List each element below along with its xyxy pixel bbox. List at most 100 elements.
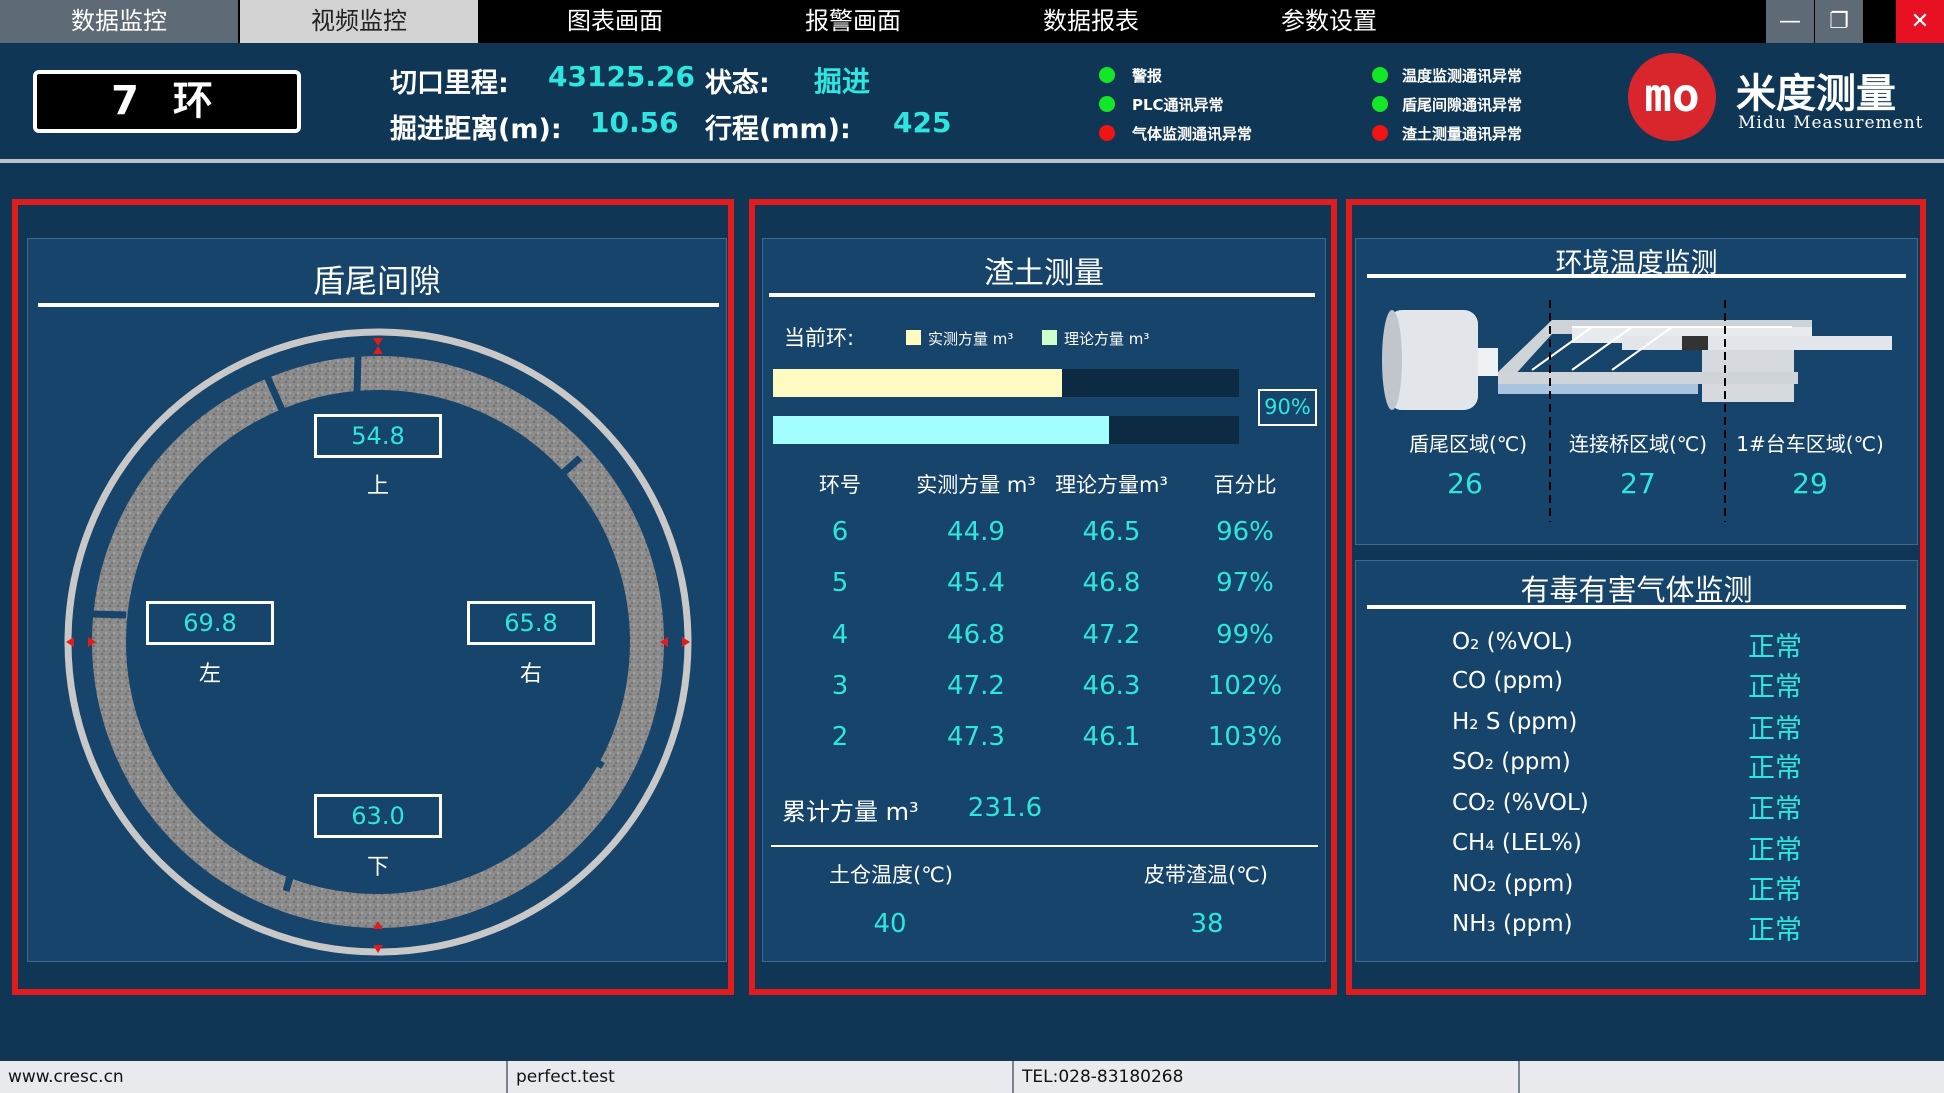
minimize-button[interactable]: — — [1766, 0, 1814, 43]
stroke-value: 425 — [893, 106, 952, 139]
theoretical-bar-track — [773, 416, 1239, 444]
plc-indicator-icon — [1099, 96, 1115, 112]
gas-status-o2: 正常 — [1748, 632, 1802, 663]
gas-title: 有毒有害气体监测 — [1520, 573, 1753, 607]
state-value: 掘进 — [814, 65, 871, 98]
row-ring-no: 5 — [831, 568, 849, 598]
muck-divider — [771, 845, 1318, 847]
col-theoretical: 理论方量m³ — [1055, 473, 1168, 497]
row-theoretical: 46.5 — [1082, 517, 1141, 547]
gas-status-nh3: 正常 — [1748, 915, 1802, 946]
env-temp-title-rule — [1367, 274, 1906, 278]
legend-theoretical-label: 理论方量 m³ — [1064, 330, 1150, 348]
tab-video-monitor[interactable]: 视频监控 — [240, 0, 478, 43]
logo-english-name: Midu Measurement — [1738, 113, 1924, 133]
gas-comm-indicator-label: 气体监测通讯异常 — [1132, 125, 1253, 143]
gas-name-ch4: CH₄ (LEL%) — [1452, 830, 1582, 856]
legend-theoretical-icon — [1042, 330, 1057, 345]
current-ring-label: 当前环: — [784, 326, 855, 350]
zone-tail-value: 26 — [1447, 467, 1483, 500]
tab-data-monitor[interactable]: 数据监控 — [0, 0, 238, 43]
row-percent: 103% — [1207, 722, 1283, 752]
row-measured: 47.2 — [947, 671, 1005, 701]
close-button[interactable]: ✕ — [1896, 0, 1944, 43]
col-percent: 百分比 — [1213, 473, 1277, 497]
gas-panel — [1355, 560, 1918, 962]
gas-name-co2: CO₂ (%VOL) — [1452, 790, 1589, 816]
gap-bottom-label: 下 — [366, 855, 389, 880]
ring-number-display: 7 环 — [33, 70, 301, 133]
muck-comm-indicator-label: 渣土测量通讯异常 — [1402, 125, 1523, 143]
percent-badge: 90% — [1258, 389, 1317, 426]
muck-title: 渣土测量 — [984, 256, 1104, 291]
statusbar-tel: TEL:028-83180268 — [1014, 1061, 1520, 1093]
row-percent: 99% — [1216, 620, 1274, 650]
gap-right-label: 右 — [519, 662, 542, 687]
stroke-label: 行程(mm): — [705, 114, 851, 145]
zone-trolley-value: 29 — [1792, 467, 1828, 500]
gap-comm-indicator-label: 盾尾间隙通讯异常 — [1402, 96, 1523, 114]
row-measured: 46.8 — [947, 620, 1005, 650]
row-theoretical: 46.1 — [1082, 722, 1141, 752]
legend-measured-label: 实测方量 m³ — [928, 330, 1014, 348]
statusbar-test: perfect.test — [508, 1061, 1014, 1093]
col-ring-no: 环号 — [819, 473, 861, 497]
gas-title-rule — [1367, 605, 1906, 609]
total-volume-value: 231.6 — [967, 793, 1043, 823]
temp-comm-indicator-icon — [1372, 67, 1388, 83]
gap-bottom-value: 63.0 — [314, 794, 442, 838]
row-ring-no: 6 — [831, 517, 849, 547]
row-measured: 44.9 — [947, 517, 1005, 547]
mileage-label: 切口里程: — [390, 68, 509, 99]
gas-status-ch4: 正常 — [1748, 835, 1802, 866]
gap-right-value: 65.8 — [467, 601, 595, 645]
zone-trolley-label: 1#台车区域(℃) — [1736, 432, 1884, 456]
row-percent: 96% — [1216, 517, 1274, 547]
gas-name-so2: SO₂ (ppm) — [1452, 749, 1571, 775]
mileage-value: 43125.26 — [548, 60, 696, 93]
tab-parameter-settings[interactable]: 参数设置 — [1234, 0, 1424, 43]
statusbar-website: www.cresc.cn — [0, 1061, 508, 1093]
gap-top-value: 54.8 — [314, 414, 442, 458]
row-percent: 97% — [1216, 568, 1274, 598]
row-theoretical: 46.8 — [1082, 568, 1141, 598]
midu-logo-icon: mo — [1628, 53, 1716, 141]
gas-status-co: 正常 — [1748, 672, 1802, 703]
row-theoretical: 46.3 — [1082, 671, 1141, 701]
tab-alarm-screen[interactable]: 报警画面 — [758, 0, 948, 43]
gas-name-o2: O₂ (%VOL) — [1452, 629, 1573, 655]
chamber-temp-label: 土仓温度(℃) — [829, 863, 953, 887]
tab-chart-screen[interactable]: 图表画面 — [520, 0, 710, 43]
tail-gap-title: 盾尾间隙 — [312, 262, 441, 300]
gas-name-nh3: NH₃ (ppm) — [1452, 911, 1573, 937]
row-ring-no: 3 — [831, 671, 849, 701]
gas-status-co2: 正常 — [1748, 794, 1802, 825]
chamber-temp-value: 40 — [873, 909, 907, 939]
theoretical-bar-fill — [773, 416, 1109, 444]
top-nav-bar: 数据监控 视频监控 图表画面 报警画面 数据报表 参数设置 — ❐ ✕ — [0, 0, 1944, 43]
gas-status-h2s: 正常 — [1748, 714, 1802, 745]
legend-measured-icon — [906, 330, 921, 345]
logo-chinese-name: 米度测量 — [1736, 70, 1896, 117]
temp-comm-indicator-label: 温度监测通讯异常 — [1402, 67, 1523, 85]
status-bar: www.cresc.cn perfect.test TEL:028-831802… — [0, 1061, 1944, 1093]
zone-bridge-label: 连接桥区域(℃) — [1568, 432, 1708, 456]
status-header: 7 环 切口里程: 43125.26 状态: 掘进 掘进距离(m): 10.56… — [0, 43, 1944, 163]
tab-data-report[interactable]: 数据报表 — [996, 0, 1186, 43]
gas-comm-indicator-icon — [1099, 125, 1115, 141]
distance-label: 掘进距离(m): — [390, 114, 562, 145]
state-label: 状态: — [705, 68, 770, 99]
col-measured: 实测方量 m³ — [916, 473, 1036, 497]
tail-gap-title-rule — [38, 303, 719, 307]
plc-indicator-label: PLC通讯异常 — [1132, 96, 1224, 114]
distance-value: 10.56 — [590, 106, 679, 139]
row-measured: 47.3 — [947, 722, 1005, 752]
gas-status-so2: 正常 — [1748, 753, 1802, 784]
gas-name-co: CO (ppm) — [1452, 668, 1564, 694]
gas-name-no2: NO₂ (ppm) — [1452, 871, 1574, 897]
restore-button[interactable]: ❐ — [1815, 0, 1863, 43]
row-measured: 45.4 — [947, 568, 1005, 598]
gap-top-label: 上 — [366, 474, 389, 499]
row-theoretical: 47.2 — [1082, 620, 1141, 650]
row-percent: 102% — [1207, 671, 1283, 701]
